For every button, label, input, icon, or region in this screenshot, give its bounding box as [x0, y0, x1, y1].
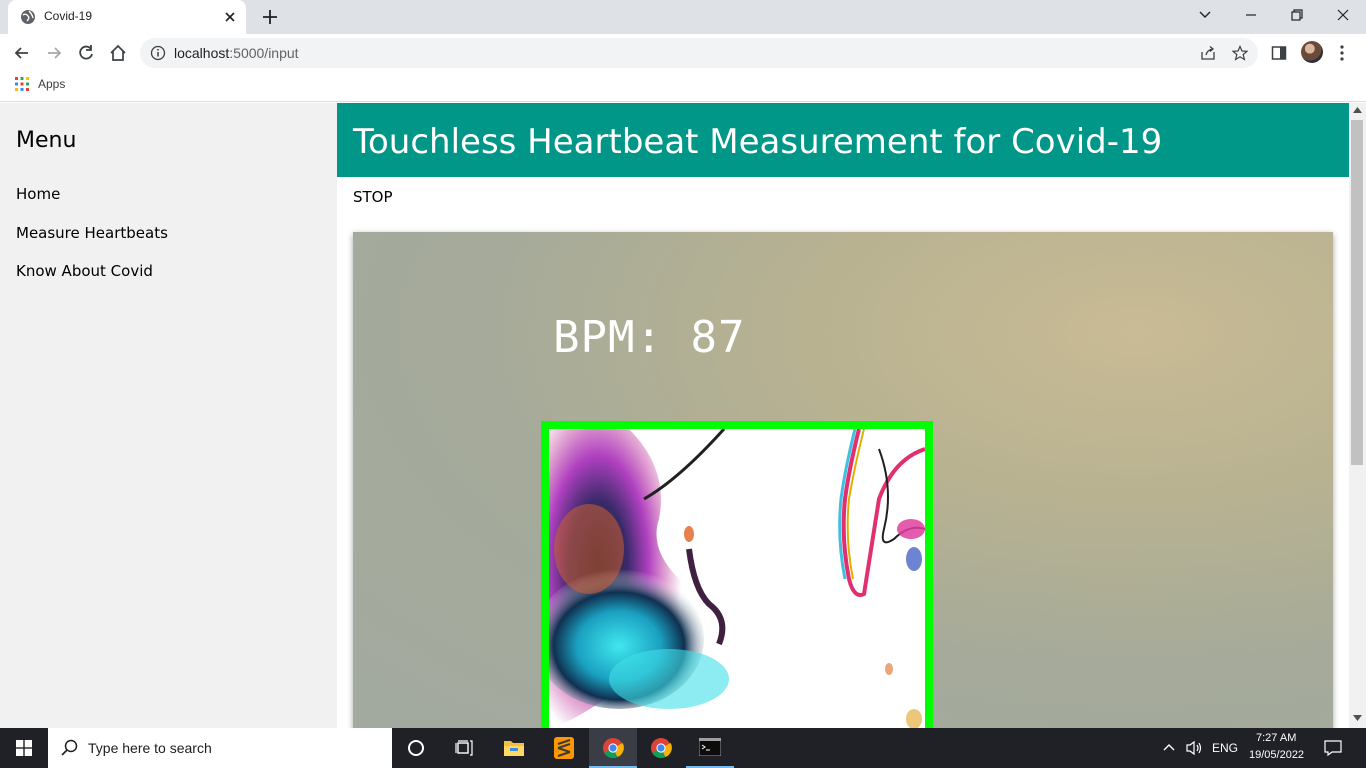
forward-icon[interactable]	[44, 43, 64, 63]
page-header: Touchless Heartbeat Measurement for Covi…	[337, 103, 1349, 177]
cortana-button[interactable]	[392, 728, 440, 768]
search-placeholder: Type here to search	[88, 740, 212, 756]
terminal-icon	[699, 738, 721, 756]
close-icon	[1337, 9, 1349, 21]
taskbar-chrome-active[interactable]	[589, 728, 637, 768]
more-icon[interactable]	[1338, 44, 1346, 62]
clock-date[interactable]: 19/05/2022	[1249, 749, 1304, 761]
taskbar-search[interactable]: Type here to search	[48, 728, 392, 768]
restore-button[interactable]	[1274, 0, 1320, 30]
scroll-down-arrow-icon[interactable]	[1353, 715, 1362, 721]
info-icon[interactable]	[150, 45, 166, 61]
clock-time[interactable]: 7:27 AM	[1256, 732, 1296, 744]
language-indicator[interactable]: ENG	[1212, 741, 1238, 755]
globe-icon	[21, 10, 35, 24]
taskbar-terminal[interactable]	[686, 728, 734, 768]
side-panel-icon[interactable]	[1271, 45, 1287, 61]
webcam-feed: BPM: 87	[353, 232, 1333, 732]
plus-icon[interactable]	[258, 6, 282, 28]
star-icon[interactable]	[1232, 45, 1248, 61]
bookmarks-bar	[0, 72, 1366, 102]
chrome-icon	[651, 738, 672, 759]
page-title: Touchless Heartbeat Measurement for Covi…	[353, 122, 1163, 162]
browser-tab[interactable]: Covid-19	[8, 0, 246, 34]
url-text[interactable]: localhost:5000/input	[174, 45, 299, 61]
reload-icon[interactable]	[76, 43, 96, 63]
chrome-icon	[603, 738, 624, 759]
cortana-icon	[408, 740, 424, 756]
browser-toolbar: localhost:5000/input	[0, 34, 1366, 72]
start-button[interactable]	[0, 728, 48, 768]
notification-icon[interactable]	[1324, 740, 1342, 756]
taskbar-sublime-text[interactable]	[540, 728, 588, 768]
apps-grid-icon[interactable]	[15, 77, 29, 91]
taskbar-chrome[interactable]	[637, 728, 685, 768]
file-explorer-icon	[504, 741, 524, 756]
sidebar: Menu Home Measure Heartbeats Know About …	[0, 103, 337, 728]
task-view-button[interactable]	[440, 728, 488, 768]
close-icon[interactable]	[222, 9, 238, 25]
home-icon[interactable]	[108, 43, 128, 63]
windows-logo-icon	[16, 740, 32, 756]
share-icon[interactable]	[1200, 45, 1216, 61]
menu-title: Menu	[16, 128, 77, 153]
restore-icon	[1291, 9, 1303, 21]
chevron-up-icon[interactable]	[1163, 742, 1175, 754]
main-content: Touchless Heartbeat Measurement for Covi…	[337, 103, 1349, 732]
face-region-image	[549, 429, 925, 732]
url-path: :5000/input	[229, 45, 299, 61]
address-bar[interactable]: localhost:5000/input	[140, 38, 1258, 68]
url-host: localhost	[174, 45, 230, 61]
windows-taskbar: Type here to search ENG 7:27 AM 19/05/20…	[0, 728, 1366, 768]
bpm-readout: BPM: 87	[553, 312, 746, 363]
search-icon	[61, 739, 78, 756]
speaker-icon[interactable]	[1186, 740, 1204, 756]
tab-title: Covid-19	[44, 9, 93, 23]
apps-bookmark[interactable]: Apps	[38, 77, 65, 91]
scrollbar-thumb[interactable]	[1351, 120, 1363, 465]
face-detection-box	[541, 421, 933, 732]
sidebar-item-measure-heartbeats[interactable]: Measure Heartbeats	[16, 224, 168, 242]
taskbar-file-explorer[interactable]	[490, 728, 538, 768]
avatar[interactable]	[1301, 41, 1323, 63]
sidebar-item-know-about-covid[interactable]: Know About Covid	[16, 262, 153, 280]
back-icon[interactable]	[12, 43, 32, 63]
chevron-down-icon	[1199, 11, 1211, 18]
minimize-button[interactable]	[1228, 0, 1274, 30]
tab-strip: Covid-19	[0, 0, 1366, 34]
stop-link[interactable]: STOP	[353, 188, 393, 206]
tab-search-button[interactable]	[1182, 0, 1228, 30]
close-window-button[interactable]	[1320, 0, 1366, 30]
page-scrollbar[interactable]	[1349, 103, 1366, 728]
sublime-icon	[554, 737, 574, 759]
task-view-icon	[455, 740, 473, 756]
sidebar-item-home[interactable]: Home	[16, 185, 60, 203]
minimize-icon	[1246, 14, 1256, 16]
scroll-up-arrow-icon[interactable]	[1353, 107, 1362, 113]
